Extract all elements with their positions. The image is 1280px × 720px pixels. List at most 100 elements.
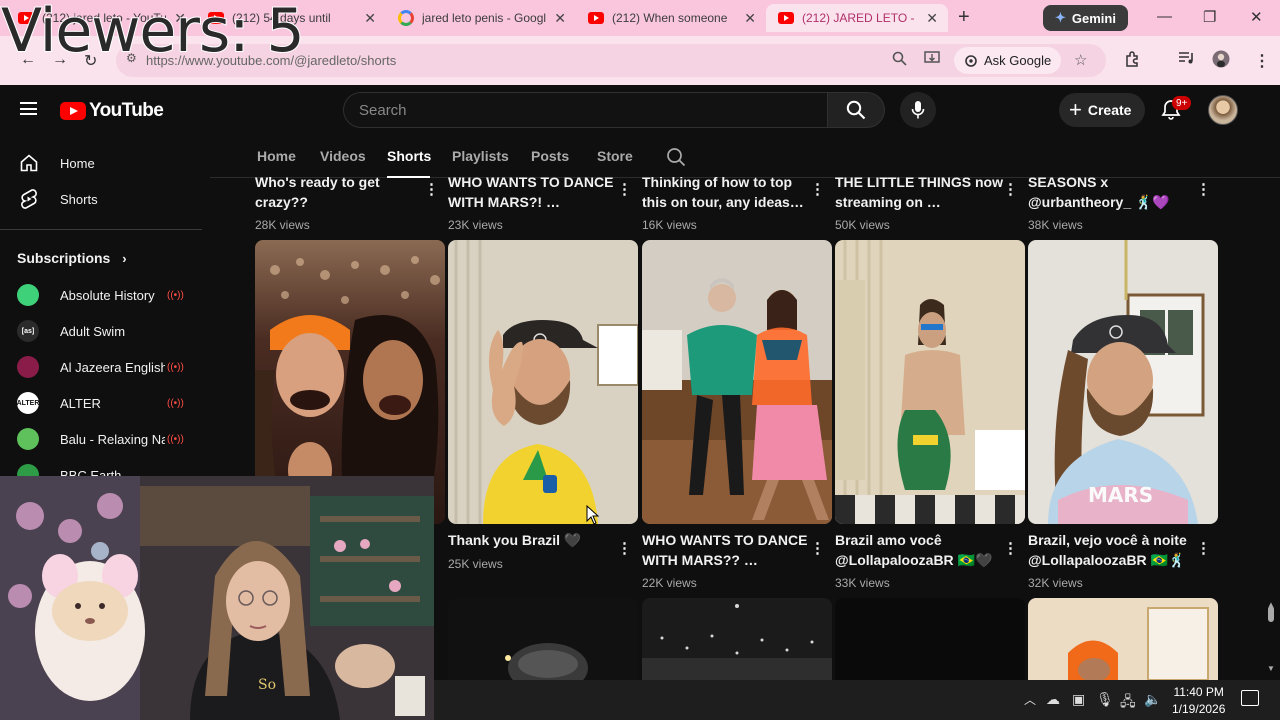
short-thumbnail[interactable]: MARS — [1028, 240, 1218, 524]
short-thumbnail[interactable] — [642, 240, 832, 524]
short-title[interactable]: Brazil amo você @LollapaloozaBR 🇧🇷🖤 — [835, 530, 1010, 570]
search-button[interactable] — [827, 92, 885, 128]
media-controls-icon[interactable] — [1178, 51, 1195, 70]
short-thumbnail[interactable] — [1028, 598, 1218, 680]
sidebar-item-home[interactable]: Home — [0, 145, 200, 181]
short-title[interactable]: Thank you Brazil 🖤 — [448, 530, 623, 550]
close-icon[interactable]: ✕ — [364, 10, 376, 27]
tab-videos[interactable]: Videos — [320, 148, 366, 164]
browser-tab-title: jared leto penis - Google Search — [422, 11, 547, 25]
microphone-tray-icon[interactable]: 🎙 — [1096, 691, 1114, 708]
short-views: 50K views — [835, 218, 890, 232]
short-title[interactable]: Thinking of how to top this on tour, any… — [642, 172, 817, 212]
close-icon[interactable]: ✕ — [554, 10, 566, 27]
browser-tab-title: (212) JARED LETO - YouTube — [802, 11, 918, 25]
short-thumbnail[interactable] — [835, 240, 1025, 524]
plus-icon: + — [1069, 97, 1082, 122]
subscription-item[interactable]: [as] Adult Swim — [17, 317, 197, 345]
microphone-icon — [911, 101, 925, 119]
profile-avatar-icon[interactable] — [1212, 49, 1230, 74]
home-icon — [18, 153, 40, 173]
browser-tab-active[interactable]: (212) JARED LETO - YouTube ✕ — [766, 4, 948, 32]
more-options-icon[interactable]: ⋮ — [617, 541, 632, 556]
more-options-icon[interactable]: ⋮ — [1003, 541, 1018, 556]
live-icon: ((•)) — [167, 361, 184, 373]
short-thumbnail[interactable] — [642, 598, 832, 680]
gemini-label: Gemini — [1071, 10, 1116, 26]
new-tab-button[interactable]: + — [958, 6, 970, 29]
subscription-item[interactable]: Absolute History ((•)) — [17, 281, 197, 309]
subscription-item[interactable]: Balu - Relaxing Nature ((•)) — [17, 425, 197, 453]
short-thumbnail[interactable] — [835, 598, 1025, 680]
more-options-icon[interactable]: ⋮ — [424, 182, 439, 197]
youtube-icon — [588, 12, 604, 24]
more-options-icon[interactable]: ⋮ — [617, 182, 632, 197]
browser-tab[interactable]: jared leto penis - Google Search ✕ — [386, 4, 576, 32]
network-icon[interactable]: 🖧 — [1120, 691, 1136, 715]
menu-icon[interactable] — [20, 102, 37, 115]
browser-tab-title: (212) When someone — [612, 11, 728, 25]
zoom-icon[interactable] — [892, 51, 907, 70]
subscriptions-heading[interactable]: Subscriptions › — [17, 250, 127, 266]
short-thumbnail[interactable] — [448, 240, 638, 524]
gemini-button[interactable]: ✦ Gemini — [1043, 5, 1128, 31]
short-views: 38K views — [1028, 218, 1083, 232]
subscription-item[interactable]: ALTER ALTER ((•)) — [17, 389, 197, 417]
youtube-logo-text: YouTube — [89, 100, 164, 121]
volume-icon[interactable]: 🔈 — [1144, 691, 1161, 708]
restore-icon[interactable]: ❐ — [1203, 8, 1216, 26]
tab-playlists[interactable]: Playlists — [452, 148, 509, 164]
short-title[interactable]: THE LITTLE THINGS now streaming on … — [835, 172, 1010, 212]
account-avatar[interactable] — [1208, 95, 1238, 125]
ask-google-label: Ask Google — [984, 53, 1052, 68]
tab-store[interactable]: Store — [597, 148, 633, 164]
close-window-icon[interactable]: ✕ — [1250, 8, 1263, 26]
short-title[interactable]: WHO WANTS TO DANCE WITH MARS?? … — [642, 530, 817, 570]
channel-avatar — [17, 428, 39, 450]
voice-search-button[interactable] — [900, 92, 936, 128]
install-app-icon[interactable] — [924, 51, 940, 70]
create-button[interactable]: + Create — [1059, 93, 1146, 127]
sidebar-item-label: Shorts — [60, 191, 98, 207]
ask-google-button[interactable]: Ask Google — [954, 47, 1062, 74]
browser-menu-icon[interactable]: ⋮ — [1254, 51, 1270, 71]
notification-center-icon[interactable] — [1241, 690, 1259, 706]
tab-home[interactable]: Home — [257, 148, 296, 164]
minimize-icon[interactable]: — — [1157, 8, 1172, 25]
channel-search-icon[interactable] — [666, 147, 686, 172]
subscription-item[interactable]: Al Jazeera English ((•)) — [17, 353, 197, 381]
more-options-icon[interactable]: ⋮ — [1003, 182, 1018, 197]
youtube-logo[interactable]: YouTube — [60, 100, 164, 122]
more-options-icon[interactable]: ⋮ — [1196, 182, 1211, 197]
chevron-up-icon[interactable]: ︿ — [1024, 691, 1036, 708]
more-options-icon[interactable]: ⋮ — [1196, 541, 1211, 556]
close-icon[interactable]: ✕ — [926, 10, 938, 27]
scrollbar-thumb[interactable] — [1268, 606, 1274, 622]
short-title[interactable]: Brazil, vejo você à noite @LollapaloozaB… — [1028, 530, 1203, 570]
short-views: 33K views — [835, 576, 890, 590]
short-title[interactable]: WHO WANTS TO DANCE WITH MARS?! … — [448, 172, 623, 212]
sidebar-item-shorts[interactable]: Shorts — [0, 181, 200, 217]
extensions-icon[interactable] — [1124, 51, 1141, 73]
short-thumbnail[interactable] — [448, 598, 638, 680]
live-icon: ((•)) — [167, 433, 184, 445]
close-icon[interactable]: ✕ — [744, 10, 756, 27]
short-views: 16K views — [642, 218, 697, 232]
more-options-icon[interactable]: ⋮ — [810, 182, 825, 197]
short-views: 32K views — [1028, 576, 1083, 590]
sidebar-divider — [0, 229, 202, 230]
scroll-down-icon[interactable]: ▼ — [1267, 664, 1275, 673]
browser-tab[interactable]: (212) When someone ✕ — [576, 4, 766, 32]
app-tray-icon[interactable]: ▣ — [1072, 691, 1085, 708]
tab-shorts[interactable]: Shorts — [387, 148, 431, 164]
short-title[interactable]: Who's ready to get crazy?? — [255, 172, 430, 212]
more-options-icon[interactable]: ⋮ — [810, 541, 825, 556]
system-clock[interactable]: 11:40 PM 1/19/2026 — [1172, 684, 1225, 718]
webcam-overlay: So — [0, 476, 434, 720]
tab-posts[interactable]: Posts — [531, 148, 569, 164]
onedrive-icon[interactable]: ☁ — [1046, 691, 1060, 708]
channel-avatar: [as] — [17, 320, 39, 342]
search-input[interactable] — [344, 93, 827, 127]
short-title[interactable]: SEASONS x @urbantheory_ 🕺💜 — [1028, 172, 1203, 212]
bookmark-star-icon[interactable]: ☆ — [1074, 51, 1087, 69]
